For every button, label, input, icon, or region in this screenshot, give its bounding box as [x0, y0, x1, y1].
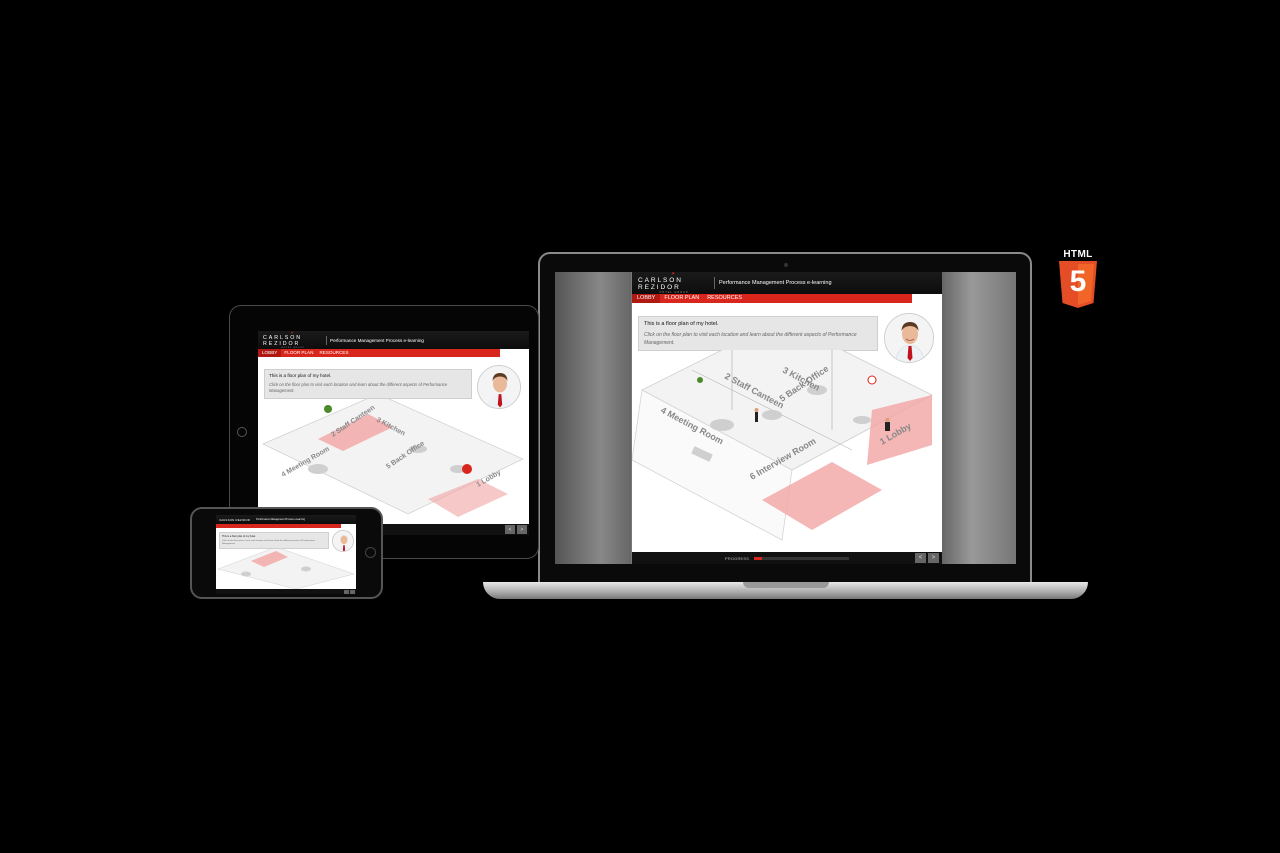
- tablet-nav: LOBBY FLOOR PLAN RESOURCES: [258, 349, 500, 357]
- phone-app-header: CARLSON REZIDOR Performance Management P…: [216, 515, 356, 524]
- tablet-nav-resources[interactable]: RESOURCES: [316, 349, 351, 357]
- phone-screen: CARLSON REZIDOR Performance Management P…: [216, 515, 356, 594]
- chevron-right-icon: >: [931, 555, 936, 561]
- brand-logo: ✦ CARLSON REZIDOR HOTEL GROUP: [638, 272, 710, 294]
- html5-label: HTML: [1063, 249, 1093, 260]
- html5-badge: HTML 5: [1057, 249, 1099, 311]
- nav-floor-plan[interactable]: FLOOR PLAN: [660, 294, 703, 303]
- tablet-floor-plan[interactable]: 3 Kitchen 2 Staff Canteen 5 Back Office …: [258, 399, 529, 523]
- phone-home-button: [365, 547, 376, 558]
- nav-lobby[interactable]: LOBBY: [632, 294, 661, 303]
- progress-bar: [754, 556, 850, 560]
- phone-next-button[interactable]: [350, 589, 355, 594]
- app-header: ✦ CARLSON REZIDOR HOTEL GROUP Performanc…: [632, 272, 942, 294]
- tablet-course-title: Performance Management Process e-learnin…: [330, 337, 424, 343]
- phone-logo: CARLSON REZIDOR: [219, 517, 251, 522]
- progress-label: PROGRESS: [724, 555, 750, 561]
- laptop-screen: ✦ CARLSON REZIDOR HOTEL GROUP Performanc…: [555, 272, 1016, 564]
- tablet-prev-button[interactable]: <: [505, 525, 515, 534]
- main-nav: LOBBY FLOOR PLAN RESOURCES: [632, 294, 912, 303]
- tablet-next-button[interactable]: >: [517, 525, 527, 534]
- left-shade: [555, 272, 631, 564]
- phone-speech-bubble: This is a floor plan of my hotel. Click …: [219, 532, 329, 549]
- phone-nav: [216, 524, 341, 528]
- app-frame: ✦ CARLSON REZIDOR HOTEL GROUP Performanc…: [632, 272, 942, 564]
- html5-number: 5: [1069, 265, 1087, 298]
- tablet-nav-floor-plan[interactable]: FLOOR PLAN: [281, 349, 316, 357]
- phone-progress-footer: [216, 589, 356, 594]
- tablet-nav-lobby[interactable]: LOBBY: [258, 349, 282, 357]
- tablet-home-button: [237, 427, 247, 437]
- progress-footer: PROGRESS < >: [632, 552, 942, 564]
- device-showcase: ✦ CARLSON REZIDOR HOTEL GROUP Performanc…: [0, 0, 1280, 853]
- logo-text: CARLSON REZIDOR: [638, 277, 683, 291]
- phone-floor-plan[interactable]: [216, 549, 356, 589]
- phone-prev-button[interactable]: [344, 589, 349, 594]
- header-divider: [714, 277, 715, 289]
- speech-message: This is a floor plan of my hotel.: [644, 321, 719, 327]
- tablet-screen: ✦ CARLSON REZIDOR HOTEL GROUP Performanc…: [258, 331, 529, 535]
- next-button[interactable]: >: [928, 553, 939, 563]
- speech-instruction: Click on the floor plan to visit each lo…: [644, 332, 857, 346]
- right-shade: [942, 272, 1016, 564]
- course-title: Performance Management Process e-learnin…: [719, 280, 832, 286]
- floor-plan[interactable]: 3 Kitchen 2 Staff Canteen 5 Back Office …: [632, 350, 942, 550]
- nav-resources[interactable]: RESOURCES: [703, 294, 746, 303]
- chevron-right-icon: >: [520, 526, 524, 533]
- prev-button[interactable]: <: [915, 553, 926, 563]
- progress-fill: [754, 556, 762, 560]
- speech-bubble: This is a floor plan of my hotel. Click …: [638, 316, 878, 351]
- laptop-base: [483, 582, 1088, 599]
- chevron-left-icon: <: [918, 555, 923, 561]
- chevron-left-icon: <: [508, 526, 512, 533]
- tablet-app-header: ✦ CARLSON REZIDOR HOTEL GROUP Performanc…: [258, 331, 529, 349]
- tablet-brand-logo: ✦ CARLSON REZIDOR HOTEL GROUP: [263, 331, 305, 349]
- laptop-camera: [784, 263, 788, 267]
- tablet-speech-bubble: This is a floor plan of my hotel. Click …: [264, 369, 472, 399]
